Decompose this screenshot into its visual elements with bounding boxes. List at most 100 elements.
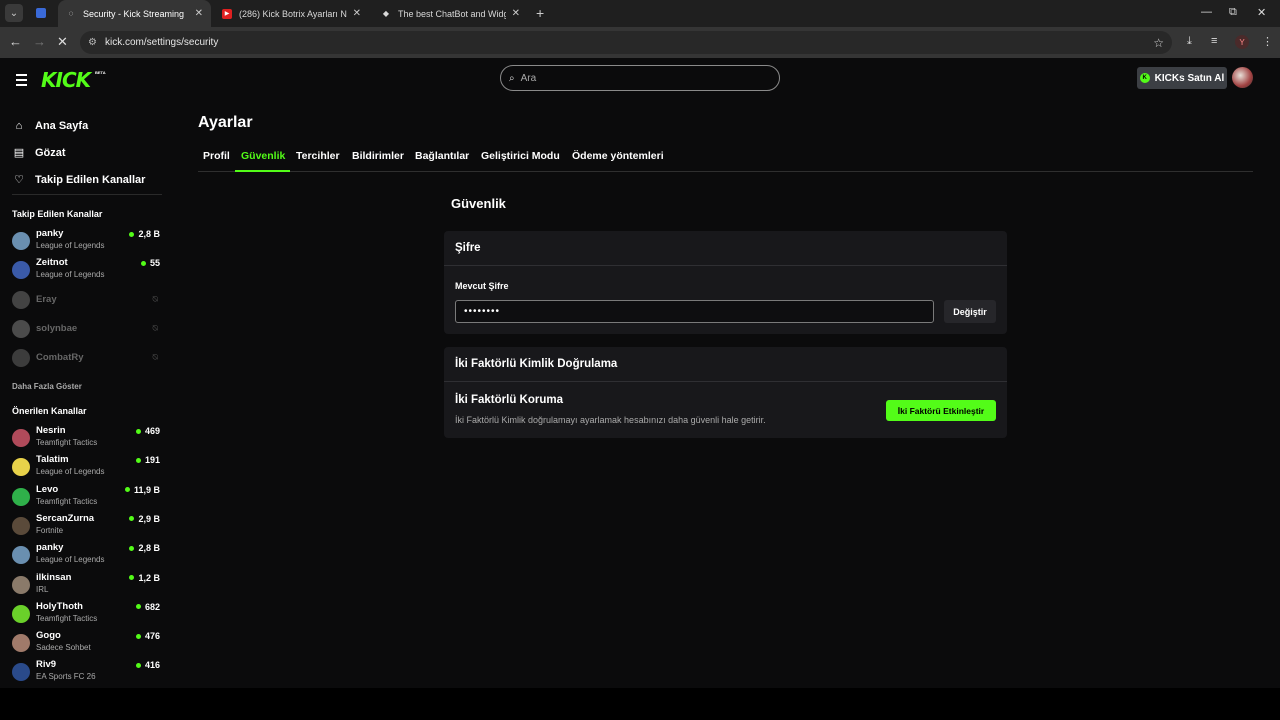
tab-title: (286) Kick Botrix Ayarları Nasıl Y	[239, 8, 347, 19]
channel-item[interactable]: ilkinsan IRL 1,2 B	[12, 572, 160, 600]
channel-item[interactable]: Nesrin Teamfight Tactics 469	[12, 425, 160, 453]
loading-icon: ◌	[68, 9, 74, 18]
browser-tab-botrix[interactable]: ◆ The best ChatBot and Widgets ✕	[373, 0, 528, 27]
channel-item[interactable]: Levo Teamfight Tactics 11,9 B	[12, 484, 160, 512]
channel-name: panky	[36, 228, 64, 239]
window-close-icon[interactable]: ✕	[1257, 6, 1266, 19]
enable-two-factor-button[interactable]: İki Faktörü Etkinleştir	[886, 400, 996, 421]
browser-tab-youtube[interactable]: ▶ (286) Kick Botrix Ayarları Nasıl Y ✕	[214, 0, 369, 27]
tab-preferences[interactable]: Tercihler	[296, 150, 340, 162]
viewer-count: 2,8 B	[129, 543, 160, 553]
channel-item[interactable]: HolyThoth Teamfight Tactics 682	[12, 601, 160, 629]
channel-avatar	[12, 261, 30, 280]
two-factor-card-header: İki Faktörlü Kimlik Doğrulama	[444, 347, 1007, 382]
channel-item[interactable]: panky League of Legends 2,8 B	[12, 542, 160, 570]
channel-avatar	[12, 429, 30, 447]
channel-category: Teamfight Tactics	[36, 613, 98, 623]
bookmark-star-icon[interactable]: ☆	[1153, 36, 1164, 50]
recommended-channels-heading: Önerilen Kanallar	[12, 406, 87, 416]
viewer-count: 1,2 B	[129, 573, 160, 583]
close-tab-icon[interactable]: ✕	[512, 8, 520, 19]
viewer-count: 55	[140, 258, 160, 269]
channel-category: League of Legends	[36, 270, 105, 280]
channel-item[interactable]: SercanZurna Fortnite 2,9 B	[12, 513, 160, 541]
sidebar-item-following[interactable]: ♡ Takip Edilen Kanallar	[12, 166, 145, 193]
buy-kicks-button[interactable]: K KICKs Satın Al	[1137, 67, 1227, 89]
download-icon[interactable]: ⤓	[1187, 35, 1192, 48]
current-password-label: Mevcut Şifre	[455, 281, 509, 291]
offline-icon: ⍉	[152, 322, 158, 333]
tab-security[interactable]: Güvenlik	[241, 150, 285, 162]
tab-developer-mode[interactable]: Geliştirici Modu	[481, 150, 560, 162]
channel-avatar	[12, 663, 30, 682]
current-password-field[interactable]: ••••••••	[455, 300, 934, 323]
viewer-count-value: 2,8 B	[138, 543, 160, 554]
channel-item[interactable]: Eray ⍉	[12, 287, 160, 315]
forward-icon[interactable]: →	[33, 34, 46, 49]
tab-payment-methods[interactable]: Ödeme yöntemleri	[572, 150, 664, 162]
channel-avatar	[12, 516, 30, 535]
channel-item[interactable]: Gogo Sadece Sohbet 476	[12, 630, 160, 658]
viewer-count-value: 191	[144, 455, 160, 466]
show-more-link[interactable]: Daha Fazla Göster	[12, 382, 82, 391]
channel-item[interactable]: solynbae ⍉	[12, 316, 160, 344]
browser-profile-avatar[interactable]: Y	[1235, 35, 1249, 49]
kick-page: KICK BETA ⌕ Ara K KICKs Satın Al ⌂ Ana S…	[0, 58, 1280, 688]
channel-avatar	[12, 349, 30, 368]
menu-icon[interactable]	[16, 74, 27, 89]
back-icon[interactable]: ←	[9, 34, 22, 49]
media-control-icon[interactable]: ≡	[1211, 35, 1217, 47]
channel-item[interactable]: CombatRy ⍉	[12, 345, 160, 373]
live-dot-icon	[140, 260, 146, 266]
sidebar-item-browse[interactable]: ▤ Gözat	[12, 139, 145, 166]
tab-connections[interactable]: Bağlantılar	[415, 150, 469, 162]
browser-tab-security[interactable]: ◌ Security - Kick Streaming ✕	[58, 0, 211, 27]
channel-avatar	[12, 575, 30, 594]
channel-item[interactable]: Talatim League of Legends 191	[12, 454, 160, 482]
section-title: Güvenlik	[451, 196, 506, 211]
channel-item[interactable]: panky League of Legends 2,8 B	[12, 228, 160, 256]
minimize-icon[interactable]: —	[1201, 6, 1212, 18]
tab-title: Security - Kick Streaming	[83, 8, 185, 19]
viewer-count-value: 55	[149, 258, 160, 269]
sidebar-item-home[interactable]: ⌂ Ana Sayfa	[12, 112, 145, 139]
home-icon: ⌂	[15, 119, 23, 132]
followed-channels-heading: Takip Edilen Kanallar	[12, 209, 103, 219]
close-tab-icon[interactable]: ✕	[195, 8, 203, 19]
channel-avatar	[12, 634, 30, 653]
restore-icon[interactable]: ⧉	[1229, 6, 1237, 19]
kick-logo[interactable]: KICK	[41, 68, 91, 92]
buy-kicks-label: KICKs Satın Al	[1154, 72, 1225, 84]
tab-notifications[interactable]: Bildirimler	[352, 150, 404, 162]
channel-item[interactable]: Zeitnot League of Legends 55	[12, 257, 160, 285]
channel-name: solynbae	[36, 322, 78, 334]
viewer-count: 2,9 B	[129, 514, 160, 524]
offline-icon: ⍉	[152, 293, 158, 304]
tab-profile[interactable]: Profil	[203, 150, 230, 162]
botrix-icon: ◆	[382, 9, 390, 18]
sidebar-nav: ⌂ Ana Sayfa ▤ Gözat ♡ Takip Edilen Kanal…	[12, 112, 146, 193]
page-title: Ayarlar	[198, 114, 253, 131]
viewer-count-value: 416	[144, 660, 160, 671]
new-tab-icon[interactable]: +	[536, 5, 544, 21]
sidebar-divider	[12, 194, 162, 195]
active-tab-indicator	[235, 170, 290, 172]
channel-item[interactable]: Riv9 EA Sports FC 26 416	[12, 659, 160, 687]
channel-avatar	[12, 546, 30, 565]
channel-name: CombatRy	[36, 352, 84, 364]
address-bar[interactable]: ⚙ kick.com/settings/security ☆	[80, 31, 1172, 54]
close-tab-icon[interactable]: ✕	[353, 8, 361, 19]
pinned-tab[interactable]	[32, 4, 50, 22]
channel-name: panky	[36, 542, 64, 554]
viewer-count-value: 682	[144, 601, 160, 612]
stop-loading-icon[interactable]: ✕	[57, 34, 68, 50]
change-password-button[interactable]: Değiştir	[944, 300, 996, 323]
viewer-count: 469	[135, 426, 160, 436]
channel-name: Talatim	[36, 454, 69, 466]
search-input[interactable]: ⌕ Ara	[500, 65, 780, 91]
tab-search-button[interactable]: ⌄	[5, 4, 23, 22]
site-info-icon[interactable]: ⚙	[88, 37, 97, 48]
browser-menu-icon[interactable]: ⋮	[1262, 35, 1273, 48]
settings-tabs: Profil Güvenlik Tercihler Bildirimler Ba…	[198, 142, 1253, 172]
user-avatar[interactable]	[1232, 67, 1253, 88]
